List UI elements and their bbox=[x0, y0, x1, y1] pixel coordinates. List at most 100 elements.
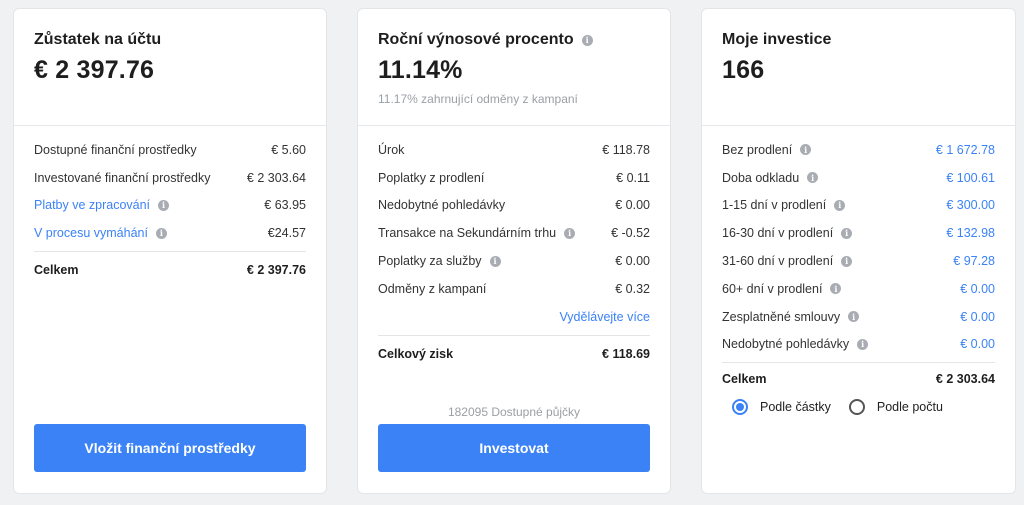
info-icon[interactable]: i bbox=[857, 338, 869, 350]
balance-amount: € 2 397.76 bbox=[34, 56, 155, 84]
invest-button[interactable]: Investovat bbox=[378, 424, 650, 472]
info-icon[interactable]: i bbox=[581, 34, 593, 46]
info-icon[interactable]: i bbox=[564, 227, 576, 239]
total-value: € 2 303.64 bbox=[935, 372, 995, 387]
total-row: Celkový zisk € 118.69 bbox=[378, 336, 650, 372]
list-item: Bez prodlení i € 1 672.78 bbox=[722, 136, 995, 164]
list-item: Odměny z kampaní € 0.32 bbox=[378, 275, 650, 303]
row-value-link[interactable]: € 1 672.78 bbox=[936, 143, 995, 157]
investment-breakdown: Bez prodlení i € 1 672.78 Doba odkladu i €… bbox=[702, 126, 1015, 416]
yield-breakdown: Úrok € 118.78 Poplatky z prodlení € 0.11… bbox=[358, 126, 670, 372]
row-label: Poplatky z prodlení bbox=[378, 170, 485, 185]
list-item: Zesplatněné smlouvy i € 0.00 bbox=[722, 303, 995, 331]
list-item: V procesu vymáhání i €24.57 bbox=[34, 219, 306, 247]
list-item: Poplatky za služby i € 0.00 bbox=[378, 247, 650, 275]
row-value: € 0.32 bbox=[615, 281, 650, 296]
total-label: Celkem bbox=[34, 263, 79, 278]
list-item: 31-60 dní v prodlení i € 97.28 bbox=[722, 247, 995, 275]
radio-by-count[interactable]: Podle počtu bbox=[848, 399, 943, 416]
radio-unchecked-icon[interactable] bbox=[848, 399, 865, 416]
row-label: Odměny z kampaní bbox=[378, 281, 487, 296]
row-label: Dostupné finanční prostředky bbox=[34, 142, 197, 157]
row-value-link[interactable]: € 0.00 bbox=[960, 337, 995, 351]
info-icon[interactable]: i bbox=[841, 227, 853, 239]
radio-checked-icon[interactable] bbox=[732, 399, 748, 416]
radio-label: Podle počtu bbox=[876, 400, 943, 415]
total-value: € 2 397.76 bbox=[246, 263, 306, 278]
row-label: Zesplatněné smlouvy bbox=[722, 309, 841, 324]
row-value: € 2 303.64 bbox=[246, 170, 306, 185]
deposit-funds-button[interactable]: Vložit finanční prostředky bbox=[34, 424, 306, 472]
row-value: € -0.52 bbox=[611, 226, 650, 241]
total-label: Celkem bbox=[722, 372, 767, 387]
list-item: Investované finanční prostředky € 2 303.… bbox=[34, 164, 306, 192]
row-value-link[interactable]: € 100.61 bbox=[946, 171, 995, 185]
row-value-link[interactable]: € 300.00 bbox=[946, 198, 995, 212]
info-icon[interactable]: i bbox=[807, 172, 819, 184]
row-label: 60+ dní v prodlení bbox=[722, 281, 823, 296]
list-item: Platby ve zpracování i € 63.95 bbox=[34, 192, 306, 220]
card-header: Roční výnosové procento i 11.14% 11.17% … bbox=[358, 9, 670, 126]
row-label: Nedobytné pohledávky bbox=[378, 198, 506, 213]
row-value-link[interactable]: € 0.00 bbox=[960, 310, 995, 324]
info-icon[interactable]: i bbox=[848, 311, 860, 323]
my-investments-card: Moje investice 166 Bez prodlení i € 1 672… bbox=[701, 8, 1016, 494]
view-mode-radio-group: Podle částky Podle počtu bbox=[722, 399, 995, 416]
earn-more-link-text[interactable]: Vydělávejte více bbox=[559, 310, 650, 324]
card-title-wrap: Roční výnosové procento i bbox=[378, 29, 650, 51]
campaign-note: 11.17% zahrnující odměny z kampaní bbox=[378, 92, 578, 106]
earn-more-link[interactable]: Vydělávejte více bbox=[378, 303, 650, 331]
card-title: Roční výnosové procento bbox=[378, 31, 574, 48]
row-value-link[interactable]: € 97.28 bbox=[953, 254, 995, 268]
row-value: € 5.60 bbox=[271, 142, 306, 157]
row-value: € 0.00 bbox=[615, 198, 650, 213]
row-label: Poplatky za služby bbox=[378, 254, 482, 269]
row-value: € 63.95 bbox=[264, 198, 306, 213]
investment-count: 166 bbox=[722, 56, 765, 84]
row-value: € 118.78 bbox=[602, 142, 650, 157]
account-balance-card: Zůstatek na účtu € 2 397.76 Dostupné fin… bbox=[13, 8, 327, 494]
total-row: Celkem € 2 303.64 bbox=[722, 363, 995, 395]
info-icon[interactable]: i bbox=[158, 199, 170, 211]
radio-label: Podle částky bbox=[760, 400, 831, 415]
row-label: Doba odkladu bbox=[722, 170, 800, 185]
row-label: Investované finanční prostředky bbox=[34, 170, 211, 185]
card-header: Moje investice 166 bbox=[702, 9, 1015, 126]
info-icon[interactable]: i bbox=[489, 255, 501, 267]
annual-yield-card: Roční výnosové procento i 11.14% 11.17% … bbox=[357, 8, 671, 494]
row-label: Nedobytné pohledávky bbox=[722, 337, 850, 352]
radio-by-amount[interactable]: Podle částky bbox=[732, 399, 831, 416]
list-item: Poplatky z prodlení € 0.11 bbox=[378, 164, 650, 192]
row-value: € 0.11 bbox=[616, 170, 650, 185]
row-label: 1-15 dní v prodlení bbox=[722, 198, 827, 213]
row-value-link[interactable]: € 0.00 bbox=[960, 282, 995, 296]
recovery-process-link[interactable]: V procesu vymáhání bbox=[34, 226, 148, 240]
row-value: € 0.00 bbox=[615, 254, 650, 269]
list-item: 60+ dní v prodlení i € 0.00 bbox=[722, 275, 995, 303]
info-icon[interactable]: i bbox=[834, 199, 846, 211]
list-item: 1-15 dní v prodlení i € 300.00 bbox=[722, 192, 995, 220]
total-value: € 118.69 bbox=[602, 346, 650, 361]
row-label: 31-60 dní v prodlení bbox=[722, 254, 834, 269]
row-label: 16-30 dní v prodlení bbox=[722, 226, 834, 241]
available-loans: 182095 Dostupné půjčky bbox=[447, 405, 581, 419]
total-label: Celkový zisk bbox=[378, 346, 454, 361]
info-icon[interactable]: i bbox=[841, 255, 853, 267]
info-icon[interactable]: i bbox=[155, 227, 167, 239]
list-item: Nedobytné pohledávky € 0.00 bbox=[378, 192, 650, 220]
list-item: Dostupné finanční prostředky € 5.60 bbox=[34, 136, 306, 164]
balance-breakdown: Dostupné finanční prostředky € 5.60 Inve… bbox=[14, 126, 326, 288]
info-icon[interactable]: i bbox=[800, 144, 812, 156]
row-label: Bez prodlení bbox=[722, 142, 793, 157]
payments-processing-link[interactable]: Platby ve zpracování bbox=[34, 198, 150, 212]
row-value-link[interactable]: € 132.98 bbox=[946, 226, 995, 240]
card-title: Zůstatek na účtu bbox=[34, 31, 162, 48]
list-item: Úrok € 118.78 bbox=[378, 136, 650, 164]
yield-percent: 11.14% bbox=[378, 56, 463, 84]
row-label: Úrok bbox=[378, 142, 405, 157]
row-label: Transakce na Sekundárním trhu bbox=[378, 226, 557, 241]
list-item: Nedobytné pohledávky i € 0.00 bbox=[722, 331, 995, 359]
info-icon[interactable]: i bbox=[830, 283, 842, 295]
card-header: Zůstatek na účtu € 2 397.76 bbox=[14, 9, 326, 126]
list-item: Transakce na Sekundárním trhu i € -0.52 bbox=[378, 219, 650, 247]
